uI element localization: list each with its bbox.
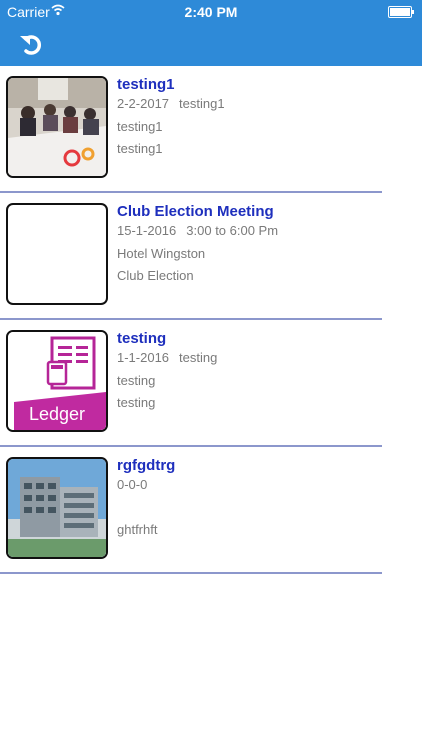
- event-time: testing1: [179, 96, 225, 111]
- event-date: 2-2-2017: [117, 96, 170, 111]
- event-location: testing: [117, 373, 156, 388]
- event-row[interactable]: testing1 2-2-2017 testing1 testing1 testi…: [0, 66, 422, 193]
- undo-icon[interactable]: [18, 32, 46, 58]
- ledger-label: Ledger: [29, 404, 85, 424]
- clock: 2:40 PM: [184, 4, 238, 20]
- event-location: testing1: [117, 119, 163, 134]
- event-thumbnail: [6, 203, 108, 305]
- ledger-icon: Ledger: [8, 332, 106, 430]
- event-location: Hotel Wingston: [117, 246, 206, 261]
- event-description: Club Election: [117, 268, 194, 283]
- event-time: 3:00 to 6:00 Pm: [186, 223, 279, 238]
- building-photo-icon: [8, 459, 106, 557]
- event-datetime: 1-1-2016 testing: [117, 350, 217, 365]
- event-datetime: 0-0-0: [117, 477, 157, 492]
- event-date: 1-1-2016: [117, 350, 170, 365]
- row-divider: [0, 572, 382, 574]
- event-list: testing1 2-2-2017 testing1 testing1 testi…: [0, 66, 422, 574]
- event-row[interactable]: Club Election Meeting 15-1-2016 3:00 to 6…: [0, 193, 422, 320]
- status-bar: Carrier 2:40 PM: [0, 0, 422, 24]
- event-title: testing: [117, 330, 167, 347]
- event-date: 0-0-0: [117, 477, 148, 492]
- battery-icon: [388, 6, 414, 18]
- event-thumbnail: Ledger: [6, 330, 108, 432]
- event-datetime: 2-2-2017 testing1: [117, 96, 225, 111]
- event-description: ghtfrhft: [117, 522, 158, 537]
- event-time: testing: [179, 350, 218, 365]
- event-row[interactable]: rgfgdtrg 0-0-0 ghtfrhft: [0, 447, 422, 574]
- event-title: Club Election Meeting: [117, 203, 274, 220]
- event-date: 15-1-2016: [117, 223, 177, 238]
- event-description: testing: [117, 395, 156, 410]
- event-title: rgfgdtrg: [117, 457, 176, 474]
- event-title: testing1: [117, 76, 175, 93]
- event-description: testing1: [117, 141, 163, 156]
- nav-bar: [0, 24, 422, 66]
- event-datetime: 15-1-2016 3:00 to 6:00 Pm: [117, 223, 278, 238]
- event-thumbnail: [6, 457, 108, 559]
- event-thumbnail: [6, 76, 108, 178]
- event-row[interactable]: Ledger testing 1-1-2016 testing testing t…: [0, 320, 422, 447]
- meeting-photo-icon: [8, 78, 106, 176]
